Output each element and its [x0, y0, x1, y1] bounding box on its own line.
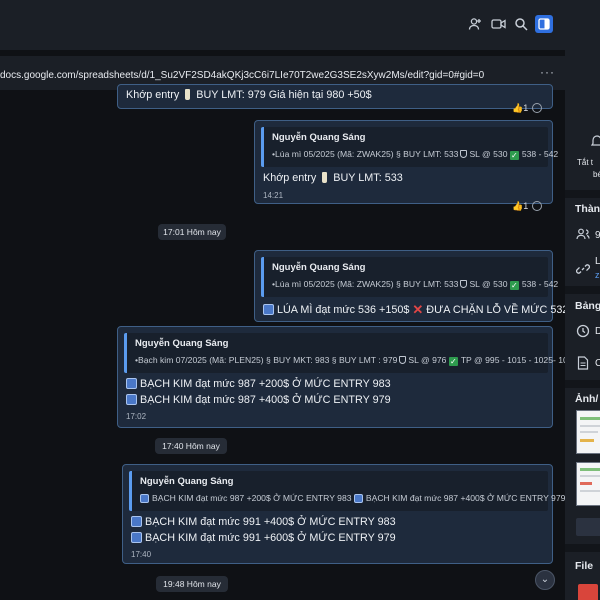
shield-icon [399, 356, 407, 364]
more-options-icon[interactable]: ··· [540, 65, 555, 79]
message-text: LÚA MÌ đạt mức 536 +150$ ✕ ĐƯA CHẶN LỖ VỀ … [263, 302, 565, 318]
media-heading: Ảnh/ [575, 393, 599, 405]
chat-header [0, 0, 600, 50]
bottle-icon [322, 172, 328, 183]
emoji-icon [131, 516, 142, 527]
quote-block: Nguyễn Quang Sáng •Lúa mì 05/2025 (Mã: Z… [261, 127, 558, 167]
quote-block: Nguyễn Quang Sáng •Bạch kim 07/2025 (Mã:… [124, 333, 565, 373]
mute-label-2: bé [593, 170, 600, 179]
quote-author: Nguyễn Quang Sáng [140, 476, 234, 487]
link-url[interactable]: docs.google.com/spreadsheets/d/1_Su2VF2S… [0, 70, 484, 81]
emoji-icon [131, 532, 142, 543]
divider [565, 190, 600, 198]
scroll-to-bottom-button[interactable]: ⌄ [535, 570, 555, 590]
message-line: BẠCH KIM đạt mức 991 +600$ Ở MỨC ENTRY 9… [131, 532, 396, 544]
files-heading: File [575, 560, 594, 572]
message-line: BẠCH KIM đạt mức 991 +400$ Ở MỨC ENTRY 9… [131, 516, 396, 528]
emoji-icon [140, 494, 149, 503]
member-count: 9 [595, 230, 600, 241]
shield-icon [460, 280, 468, 288]
mute-label: Tắt t [577, 158, 594, 167]
people-icon[interactable] [576, 228, 590, 243]
conversation-info-panel: Tắt t bé Thành 9 L z Bảng D C Ảnh/ File [565, 50, 600, 600]
link-sub[interactable]: z [595, 270, 600, 280]
message-bubble[interactable]: Nguyễn Quang Sáng BẠCH KIM đạt mức 987 +… [122, 464, 565, 564]
video-call-icon[interactable] [489, 15, 507, 33]
quote-text: •Bạch kim 07/2025 (Mã: PLEN25) § BUY MKT… [135, 355, 565, 366]
document-icon[interactable] [577, 356, 589, 373]
quote-block: Nguyễn Quang Sáng BẠCH KIM đạt mức 987 +… [129, 471, 565, 511]
date-separator: 17:01 Hôm nay [158, 224, 226, 240]
chevron-down-icon: ⌄ [540, 574, 550, 585]
view-all-media-button[interactable] [576, 518, 600, 536]
bottle-icon [185, 89, 191, 100]
board-heading: Bảng [575, 300, 600, 312]
date-separator: 17:40 Hôm nay [155, 438, 227, 454]
media-thumbnail[interactable] [576, 410, 600, 454]
sidebar-toggle-icon[interactable] [535, 15, 553, 33]
reaction[interactable]: 👍1 [512, 103, 543, 114]
message-time: 17:40 [131, 550, 152, 559]
divider [565, 380, 600, 388]
reaction-count: 1 [523, 201, 529, 211]
thumbs-up-icon: 👍 [512, 103, 524, 113]
message-time: 14:21 [263, 191, 284, 200]
add-reaction-icon[interactable] [532, 103, 543, 113]
message-line: BẠCH KIM đạt mức 987 +400$ Ở MỨC ENTRY 9… [126, 394, 391, 406]
search-icon[interactable] [512, 15, 530, 33]
emoji-icon [126, 394, 137, 405]
message-line: BẠCH KIM đạt mức 987 +200$ Ở MỨC ENTRY 9… [126, 378, 391, 390]
clock-icon[interactable] [576, 324, 590, 341]
message-bubble[interactable]: Khớp entry BUY LMT: 979 Giá hiện tại 980 … [117, 84, 553, 109]
thumbs-up-icon: 👍 [512, 201, 524, 211]
emoji-icon [126, 378, 137, 389]
divider [565, 286, 600, 294]
shield-icon [460, 150, 468, 158]
message-bubble[interactable]: Nguyễn Quang Sáng •Lúa mì 05/2025 (Mã: Z… [254, 250, 565, 322]
bell-icon[interactable] [590, 134, 600, 150]
board-item-reminders[interactable]: D [595, 326, 600, 337]
quote-author: Nguyễn Quang Sáng [135, 338, 229, 349]
emoji-icon [263, 304, 274, 315]
divider [565, 544, 600, 552]
message-time: 17:02 [126, 412, 147, 421]
reaction[interactable]: 👍1 [512, 201, 543, 212]
message-bubble[interactable]: Nguyễn Quang Sáng •Lúa mì 05/2025 (Mã: Z… [254, 120, 558, 204]
message-text: Khớp entry BUY LMT: 979 Giá hiện tại 980 … [126, 89, 372, 101]
quote-block: Nguyễn Quang Sáng •Lúa mì 05/2025 (Mã: Z… [261, 257, 558, 297]
chat-area[interactable]: docs.google.com/spreadsheets/d/1_Su2VF2S… [0, 50, 565, 600]
quote-text: BẠCH KIM đạt mức 987 +200$ Ở MỨC ENTRY 9… [140, 493, 565, 503]
quote-text: •Lúa mì 05/2025 (Mã: ZWAK25) § BUY LMT: … [272, 149, 559, 160]
message-bubble[interactable]: Nguyễn Quang Sáng •Bạch kim 07/2025 (Mã:… [117, 326, 565, 428]
reaction-count: 1 [523, 103, 529, 113]
check-icon: ✓ [448, 357, 458, 366]
add-person-icon[interactable] [466, 15, 484, 33]
add-reaction-icon[interactable] [532, 201, 543, 211]
quote-author: Nguyễn Quang Sáng [272, 262, 366, 273]
x-mark-icon: ✕ [412, 302, 424, 317]
media-thumbnail[interactable] [576, 462, 600, 506]
quote-author: Nguyễn Quang Sáng [272, 132, 366, 143]
check-icon: ✓ [509, 151, 519, 160]
date-separator: 19:48 Hôm nay [156, 576, 228, 592]
file-type-icon[interactable] [578, 584, 598, 600]
link-label: L [595, 256, 600, 267]
emoji-icon [353, 494, 363, 503]
link-icon[interactable] [575, 262, 591, 279]
check-icon: ✓ [509, 281, 519, 290]
quote-text: •Lúa mì 05/2025 (Mã: ZWAK25) § BUY LMT: … [272, 279, 559, 290]
board-item-notes[interactable]: C [595, 358, 600, 369]
members-heading: Thành [575, 203, 600, 215]
message-text: Khớp entry BUY LMT: 533 [263, 172, 403, 184]
